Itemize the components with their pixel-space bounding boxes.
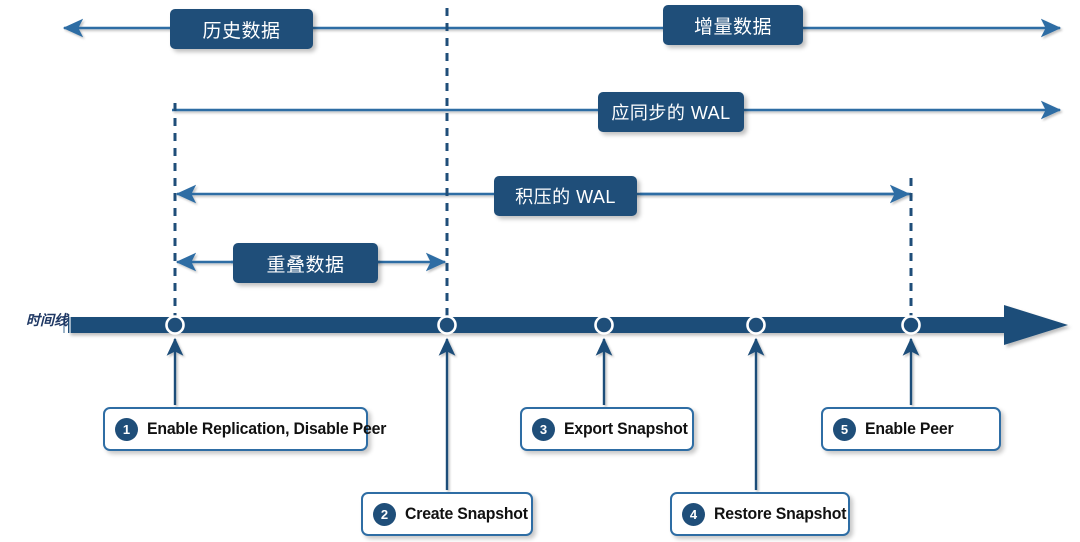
callout-label-2: Create Snapshot <box>405 504 528 523</box>
timeline-axis-label: 时间线 <box>26 312 68 328</box>
timeline-marker-5[interactable] <box>901 315 921 335</box>
band-label-historical-data-text: 历史数据 <box>202 20 281 42</box>
callout-label-4: Restore Snapshot <box>714 504 847 523</box>
timeline-marker-1[interactable] <box>165 315 185 335</box>
callout-badge-1: 1 <box>115 417 138 441</box>
timeline-marker-2[interactable] <box>437 315 457 335</box>
callout-label-1: Enable Replication, Disable Peer <box>147 419 387 438</box>
callout-label-3: Export Snapshot <box>564 419 688 438</box>
callout-badge-3: 3 <box>532 417 555 441</box>
timeline-arrowhead <box>1004 305 1068 345</box>
band-label-historical-data: 历史数据 <box>170 9 313 49</box>
callout-enable-peer[interactable]: 5 Enable Peer <box>821 407 1001 451</box>
band-label-incremental-data: 增量数据 <box>663 5 803 45</box>
callout-create-snapshot[interactable]: 2 Create Snapshot <box>361 492 533 536</box>
band-label-overlap-data-text: 重叠数据 <box>266 254 345 276</box>
diagram-canvas <box>62 8 1068 490</box>
band-label-wal-to-sync: 应同步的 WAL <box>598 92 744 132</box>
callout-restore-snapshot[interactable]: 4 Restore Snapshot <box>670 492 850 536</box>
band-label-incremental-data-text: 增量数据 <box>693 16 772 38</box>
band-label-backlog-wal: 积压的 WAL <box>494 176 637 216</box>
callout-export-snapshot[interactable]: 3 Export Snapshot <box>520 407 694 451</box>
band-label-backlog-wal-text: 积压的 WAL <box>515 187 616 207</box>
timeline-marker-3[interactable] <box>594 315 614 335</box>
timeline-marker-4[interactable] <box>746 315 766 335</box>
callout-label-5: Enable Peer <box>865 419 954 438</box>
band-label-overlap-data: 重叠数据 <box>233 243 378 283</box>
timeline-bar <box>68 317 1008 333</box>
callout-badge-2: 2 <box>373 502 396 526</box>
band-label-wal-to-sync-text: 应同步的 WAL <box>611 103 731 123</box>
callout-badge-4: 4 <box>682 502 705 526</box>
timeline-diagram: 历史数据 增量数据 应同步的 WAL 积压的 WAL 重叠数据 时间线 1 En… <box>0 0 1080 542</box>
callout-badge-5: 5 <box>833 417 856 441</box>
callout-enable-replication-disable-peer[interactable]: 1 Enable Replication, Disable Peer <box>103 407 386 451</box>
